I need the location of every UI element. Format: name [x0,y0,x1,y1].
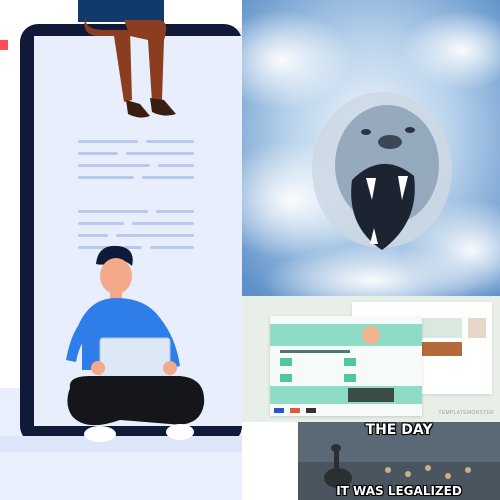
lion-clouds-photo [242,0,500,298]
mockup-avatar [362,326,380,344]
meme-bottom-text: IT WAS LEGALIZED [336,484,462,498]
mockup-text [280,350,350,353]
mockup-icon [344,358,356,366]
illustration-panel [0,0,242,500]
people-illustration [66,0,205,442]
mockup-image [348,388,394,402]
mockup-icon [280,358,292,366]
mockup-hero [270,324,422,346]
mockup-logo [274,408,284,413]
mockup-block [422,318,462,338]
laptop-person-figure [66,245,205,442]
mockup-block [422,342,462,356]
mockup-logo [290,408,300,413]
lion-image [242,0,500,298]
meme-image: THE DAY IT WAS LEGALIZED [298,422,500,500]
mockup-band [270,386,422,404]
mockup-logo [306,408,316,413]
mockup-page-front [270,316,422,416]
mockup-icon [344,374,356,382]
watermark-text: TEMPLATEMONSTER [438,410,494,416]
mockup-icon [280,374,292,382]
website-mockup: TEMPLATEMONSTER [242,296,500,422]
top-person-figure [78,0,176,118]
mockup-block [468,318,486,338]
meme-top-text: THE DAY [365,422,433,438]
